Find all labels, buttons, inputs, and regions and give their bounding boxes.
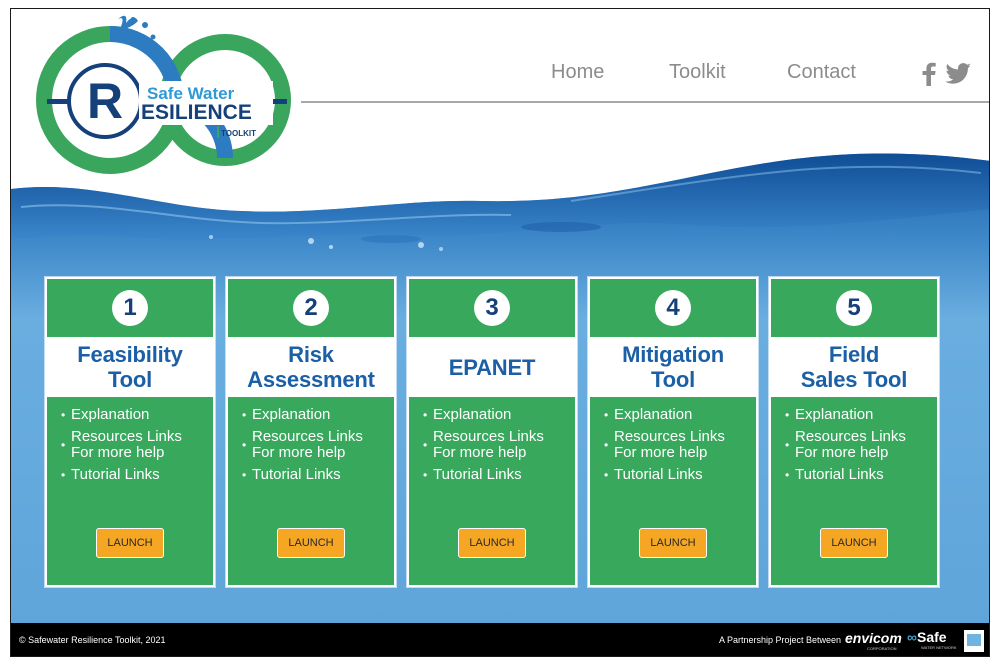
envicom-logo[interactable]: envicom <box>845 630 902 646</box>
card-number-badge: 1 <box>112 290 148 326</box>
card-bullet-list: • Explanation • Resources Links For more h… <box>785 407 935 489</box>
resources-links[interactable]: • Resources Links For more help <box>61 429 211 461</box>
copyright-text: © Safewater Resilience Toolkit, 2021 <box>19 635 166 645</box>
card-bullet-list: • Explanation • Resources Links For more h… <box>423 407 573 489</box>
logo-subtitle: TOOLKIT <box>221 129 256 138</box>
twitter-icon[interactable] <box>943 61 973 87</box>
tutorial-links[interactable]: • Tutorial Links <box>423 467 573 483</box>
bullet-dot-icon: • <box>604 468 609 482</box>
tool-card-3: 3 EPANET • Explanation • Resources Links F… <box>407 277 577 587</box>
card-header: 5 <box>771 279 937 337</box>
card-header: 4 <box>590 279 756 337</box>
explanation-link[interactable]: • Explanation <box>785 407 935 423</box>
tutorial-links[interactable]: • Tutorial Links <box>785 467 935 483</box>
card-title: Mitigation Tool <box>622 342 724 392</box>
bullet-dot-icon: • <box>242 468 247 482</box>
bullet-dot-icon: • <box>785 468 790 482</box>
tool-card-5: 5 Field Sales Tool • Explanation • Resourc… <box>769 277 939 587</box>
card-bullet-list: • Explanation • Resources Links For more h… <box>61 407 211 489</box>
bullet-dot-icon: • <box>61 438 66 452</box>
bullet-dot-icon: • <box>423 408 428 422</box>
envicom-subtitle: CORPORATION <box>867 646 897 651</box>
partner-badge-icon[interactable] <box>964 630 984 652</box>
tool-card-2: 2 Risk Assessment • Explanation • Resource… <box>226 277 396 587</box>
explanation-link[interactable]: • Explanation <box>61 407 211 423</box>
drop-icon: ∞ <box>907 629 917 645</box>
bullet-dot-icon: • <box>785 438 790 452</box>
page-frame: R Safe Water ESILIENCE TOOLKIT Home Tool… <box>10 8 990 657</box>
nav-contact-link[interactable]: Contact <box>787 61 856 84</box>
safe-water-network-logo[interactable]: ∞Safe <box>907 629 947 645</box>
bullet-dot-icon: • <box>61 408 66 422</box>
tutorial-links[interactable]: • Tutorial Links <box>604 467 754 483</box>
card-body: • Explanation • Resources Links For more h… <box>409 397 575 585</box>
card-body: • Explanation • Resources Links For more h… <box>771 397 937 585</box>
resources-links[interactable]: • Resources Links For more help <box>423 429 573 461</box>
card-body: • Explanation • Resources Links For more h… <box>47 397 213 585</box>
card-body: • Explanation • Resources Links For more h… <box>590 397 756 585</box>
explanation-link[interactable]: • Explanation <box>423 407 573 423</box>
bullet-dot-icon: • <box>604 438 609 452</box>
tutorial-links[interactable]: • Tutorial Links <box>61 467 211 483</box>
resources-links[interactable]: • Resources Links For more help <box>785 429 935 461</box>
card-body: • Explanation • Resources Links For more h… <box>228 397 394 585</box>
facebook-icon[interactable] <box>917 61 943 87</box>
card-number-badge: 4 <box>655 290 691 326</box>
card-bullet-list: • Explanation • Resources Links For more h… <box>604 407 754 489</box>
launch-button-risk-assessment[interactable]: LAUNCH <box>277 528 345 558</box>
launch-button-mitigation[interactable]: LAUNCH <box>639 528 707 558</box>
bullet-dot-icon: • <box>423 468 428 482</box>
card-bullet-list: • Explanation • Resources Links For more h… <box>242 407 392 489</box>
launch-button-field-sales[interactable]: LAUNCH <box>820 528 888 558</box>
partner-badge-inner <box>967 634 981 646</box>
card-title: Risk Assessment <box>247 342 375 392</box>
partnership-text: A Partnership Project Between <box>719 635 842 645</box>
logo-letter: R <box>87 73 123 129</box>
main-navigation: Home Toolkit Contact <box>301 53 989 103</box>
footer: © Safewater Resilience Toolkit, 2021 A P… <box>11 623 989 656</box>
resources-links[interactable]: • Resources Links For more help <box>242 429 392 461</box>
card-header: 2 <box>228 279 394 337</box>
launch-button-feasibility[interactable]: LAUNCH <box>96 528 164 558</box>
bullet-dot-icon: • <box>61 468 66 482</box>
tool-card-4: 4 Mitigation Tool • Explanation • Resource… <box>588 277 758 587</box>
tutorial-links[interactable]: • Tutorial Links <box>242 467 392 483</box>
explanation-link[interactable]: • Explanation <box>604 407 754 423</box>
tool-card-1: 1 Feasibility Tool • Explanation • Resourc… <box>45 277 215 587</box>
card-title: Feasibility Tool <box>77 342 183 392</box>
card-number-badge: 2 <box>293 290 329 326</box>
nav-home-link[interactable]: Home <box>551 61 604 84</box>
card-header: 3 <box>409 279 575 337</box>
bullet-dot-icon: • <box>242 438 247 452</box>
bullet-dot-icon: • <box>423 438 428 452</box>
safe-water-network-subtitle: WATER NETWORK <box>921 645 957 650</box>
logo-title-main: ESILIENCE <box>141 101 252 124</box>
bullet-dot-icon: • <box>242 408 247 422</box>
card-number-badge: 3 <box>474 290 510 326</box>
card-header: 1 <box>47 279 213 337</box>
nav-toolkit-link[interactable]: Toolkit <box>669 61 726 84</box>
bullet-dot-icon: • <box>604 408 609 422</box>
launch-button-epanet[interactable]: LAUNCH <box>458 528 526 558</box>
explanation-link[interactable]: • Explanation <box>242 407 392 423</box>
bullet-dot-icon: • <box>785 408 790 422</box>
card-number-badge: 5 <box>836 290 872 326</box>
card-title: EPANET <box>448 354 536 380</box>
resources-links[interactable]: • Resources Links For more help <box>604 429 754 461</box>
card-title: Field Sales Tool <box>800 342 908 392</box>
